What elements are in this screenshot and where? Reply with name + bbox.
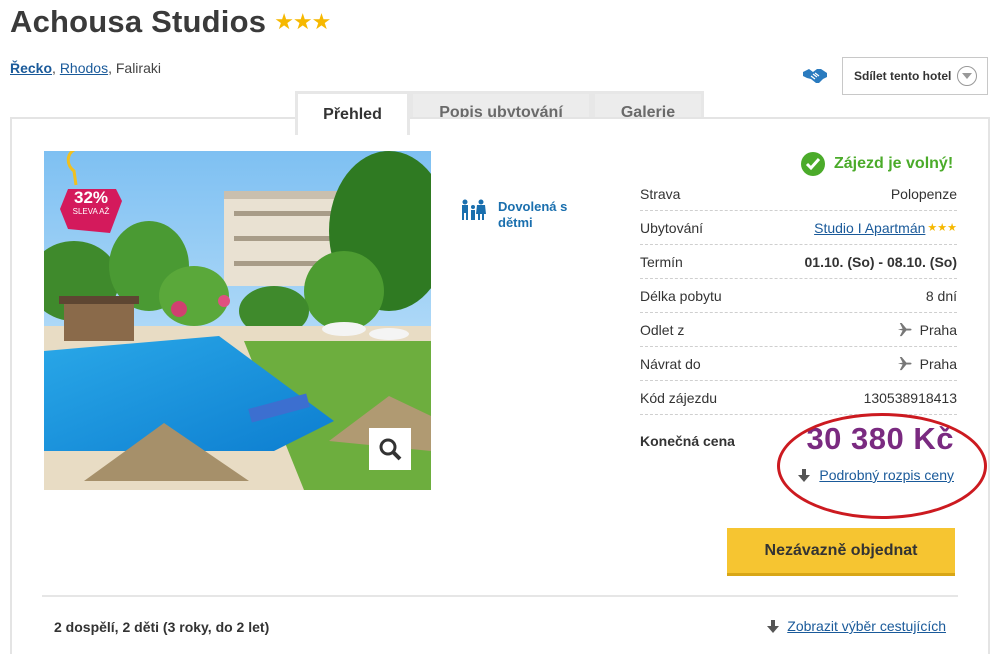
order-button[interactable]: Nezávazně objednat: [727, 528, 955, 576]
check-circle-icon: [801, 152, 825, 176]
hotel-photo[interactable]: 32% SLEVA AŽ: [44, 151, 431, 490]
info-label: Termín: [640, 253, 683, 270]
price-highlight-ellipse: [777, 413, 987, 519]
tab-overview[interactable]: Přehled: [295, 91, 410, 135]
accommodation-stars: ★★★: [927, 222, 957, 234]
tag-string-icon: [66, 151, 78, 186]
share-area: Sdílet tento hotel: [802, 57, 988, 95]
final-price-label: Konečná cena: [640, 433, 735, 449]
info-label: Délka pobytu: [640, 287, 722, 304]
hotel-name: Achousa Studios: [10, 4, 267, 39]
info-row-dates: Termín 01.10. (So) - 08.10. (So): [640, 245, 957, 279]
show-travelers-link[interactable]: Zobrazit výběr cestujících: [787, 618, 946, 634]
trip-info-table: Strava Polopenze Ubytování Studio I Apar…: [640, 177, 957, 415]
arrow-down-icon: [767, 619, 780, 633]
breadcrumb-country[interactable]: Řecko: [10, 60, 52, 76]
info-label: Návrat do: [640, 355, 701, 372]
magnifier-icon: [379, 438, 402, 461]
discount-percent: 32%: [73, 188, 109, 207]
plane-icon: [897, 322, 912, 337]
hotel-title: Achousa Studios ★★★: [10, 4, 331, 40]
main-panel: 32% SLEVA AŽ Dovolená s dětmi Zájezd je …: [10, 117, 990, 654]
hotel-stars: ★★★: [274, 9, 331, 34]
family-icon: [462, 199, 486, 220]
info-value: 8 dní: [925, 287, 957, 304]
availability-text: Zájezd je volný!: [834, 155, 954, 172]
divider: [42, 595, 958, 597]
info-value: 130538918413: [863, 389, 957, 406]
info-row-return: Návrat do Praha: [640, 347, 957, 381]
availability-status: Zájezd je volný!: [800, 151, 953, 177]
info-label: Strava: [640, 185, 681, 202]
zoom-photo-button[interactable]: [369, 428, 411, 470]
info-row-board: Strava Polopenze: [640, 177, 957, 211]
plane-icon: [897, 356, 912, 371]
info-label: Kód zájezdu: [640, 389, 718, 406]
breadcrumb: Řecko, Rhodos, Faliraki: [10, 60, 161, 76]
show-travelers: Zobrazit výběr cestujících: [767, 618, 946, 634]
info-value: Praha: [919, 321, 957, 338]
share-hotel-label: Sdílet tento hotel: [854, 69, 952, 83]
breadcrumb-region[interactable]: Rhodos: [60, 60, 108, 76]
info-row-accommodation: Ubytování Studio I Apartmán ★★★: [640, 211, 957, 245]
accommodation-type-link[interactable]: Studio I Apartmán: [814, 220, 925, 236]
info-row-departure: Odlet z Praha: [640, 313, 957, 347]
breadcrumb-place: Faliraki: [115, 60, 161, 76]
info-label: Ubytování: [640, 219, 704, 236]
info-value: 01.10. (So) - 08.10. (So): [804, 253, 958, 270]
feature-family: Dovolená s dětmi: [460, 199, 588, 231]
info-row-trip-code: Kód zájezdu 130538918413: [640, 381, 957, 415]
handshake-icon: [803, 69, 827, 83]
discount-label: SLEVA AŽ: [72, 207, 110, 216]
info-label: Odlet z: [640, 321, 685, 338]
info-row-duration: Délka pobytu 8 dní: [640, 279, 957, 313]
travelers-summary: 2 dospělí, 2 děti (3 roky, do 2 let): [54, 619, 270, 635]
info-value: Polopenze: [890, 185, 957, 202]
share-hotel-button[interactable]: Sdílet tento hotel: [842, 57, 988, 95]
chevron-down-icon: [957, 66, 977, 86]
feature-family-label: Dovolená s dětmi: [498, 199, 568, 230]
discount-badge: 32% SLEVA AŽ: [60, 185, 122, 233]
info-value: Praha: [919, 355, 957, 372]
